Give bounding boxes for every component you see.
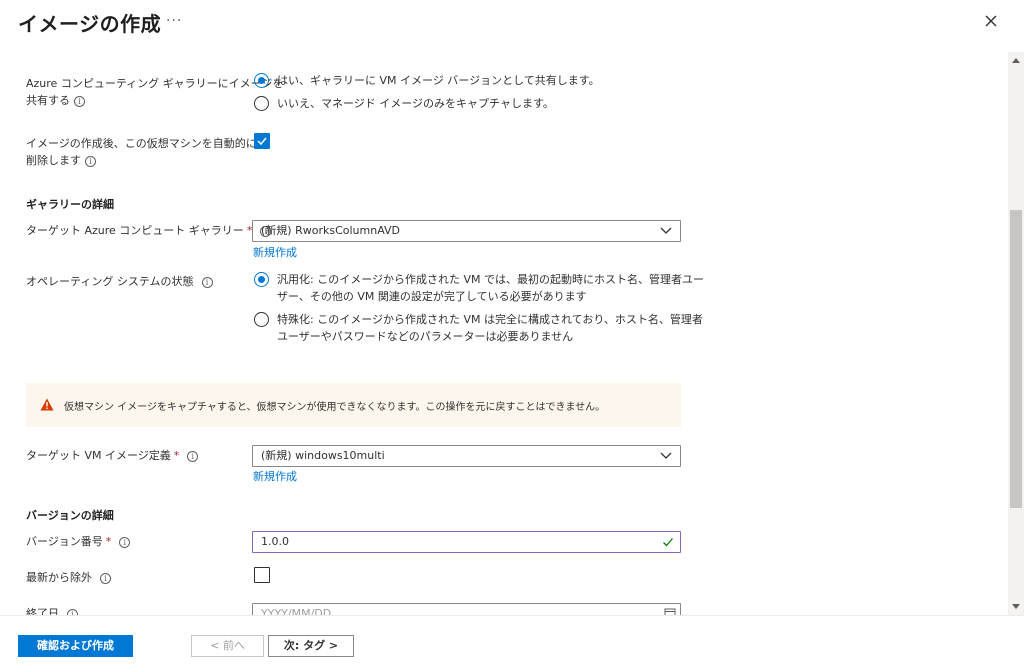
warning-banner: 仮想マシン イメージをキャプチャすると、仮想マシンが使用できなくなります。この操… [26, 383, 681, 427]
chevron-down-icon [660, 227, 672, 234]
more-options-button[interactable]: ··· [166, 13, 182, 29]
panel-header: イメージの作成 ··· [0, 0, 1024, 44]
image-definition-select[interactable]: (新規) windows10multi [252, 445, 681, 467]
valid-check-icon [663, 538, 673, 547]
image-definition-label-text: ターゲット VM イメージ定義 [26, 449, 171, 462]
auto-delete-label-line1: イメージの作成後、この仮想マシンを自動的に [26, 137, 257, 150]
required-marker: * [173, 449, 180, 462]
share-no-radio[interactable] [254, 96, 269, 111]
calendar-icon[interactable] [664, 607, 676, 615]
generalized-line1: 汎用化: このイメージから作成された VM では、最初の起動時にホスト名、管理者… [277, 273, 704, 286]
create-new-gallery-link[interactable]: 新規作成 [253, 244, 297, 260]
share-no-option[interactable]: いいえ、マネージド イメージのみをキャプチャします。 [254, 95, 554, 112]
form-content: Azure コンピューティング ギャラリーにイメージを 共有する i はい、ギャラ… [0, 44, 1008, 615]
info-icon[interactable]: i [85, 155, 96, 167]
info-icon[interactable]: i [187, 450, 199, 462]
os-state-label: オペレーティング システムの状態 i [26, 273, 213, 290]
target-gallery-select[interactable]: (新規) RworksColumnAVD [252, 220, 681, 242]
specialized-line1: 特殊化: このイメージから作成された VM は完全に構成されており、ホスト名、管… [277, 313, 703, 326]
specialized-label: 特殊化: このイメージから作成された VM は完全に構成されており、ホスト名、管… [277, 311, 703, 345]
version-details-title: バージョンの詳細 [26, 509, 114, 522]
review-create-button[interactable]: 確認および作成 [18, 635, 133, 657]
share-yes-label: はい、ギャラリーに VM イメージ バージョンとして共有します。 [277, 74, 600, 87]
chevron-down-icon [660, 452, 672, 459]
share-gallery-label-line1: Azure コンピューティング ギャラリーにイメージを [26, 77, 284, 90]
info-icon[interactable]: i [74, 95, 85, 107]
end-date-label: 終了日 i [26, 605, 78, 615]
end-date-input[interactable]: YYYY/MM/DD [252, 603, 681, 615]
exclude-latest-checkbox[interactable] [254, 567, 270, 583]
generalized-label: 汎用化: このイメージから作成された VM では、最初の起動時にホスト名、管理者… [277, 271, 704, 305]
scroll-up-icon[interactable] [1008, 56, 1024, 66]
target-gallery-label-text: ターゲット Azure コンピュート ギャラリー [26, 224, 244, 237]
end-date-placeholder: YYYY/MM/DD [261, 607, 332, 615]
create-new-definition-link[interactable]: 新規作成 [253, 468, 297, 484]
next-tags-button[interactable]: 次: タグ > [268, 635, 354, 657]
share-no-label: いいえ、マネージド イメージのみをキャプチャします。 [277, 97, 554, 110]
target-gallery-value: (新規) RworksColumnAVD [261, 224, 401, 237]
warning-icon [40, 398, 54, 411]
share-yes-radio[interactable] [254, 73, 269, 88]
generalized-radio[interactable] [254, 272, 269, 287]
specialized-radio[interactable] [254, 312, 269, 327]
auto-delete-label-line2: 削除します [26, 154, 81, 167]
specialized-option[interactable]: 特殊化: このイメージから作成された VM は完全に構成されており、ホスト名、管… [254, 311, 703, 345]
os-state-label-text: オペレーティング システムの状態 [26, 275, 194, 288]
share-gallery-label-line2: 共有する [26, 94, 70, 107]
end-date-label-text: 終了日 [26, 607, 59, 615]
required-marker: * [105, 535, 112, 548]
vertical-scrollbar[interactable] [1008, 52, 1024, 615]
scroll-down-icon[interactable] [1008, 601, 1024, 611]
generalized-option[interactable]: 汎用化: このイメージから作成された VM では、最初の起動時にホスト名、管理者… [254, 271, 704, 305]
auto-delete-checkbox[interactable] [254, 133, 270, 149]
auto-delete-label: イメージの作成後、この仮想マシンを自動的に 削除します i [26, 135, 257, 169]
scroll-thumb[interactable] [1010, 210, 1022, 508]
generalized-line2: ザー、その他の VM 関連の設定が完了している必要があります [277, 290, 587, 303]
image-definition-value: (新規) windows10multi [261, 449, 385, 462]
exclude-latest-label-text: 最新から除外 [26, 571, 92, 584]
version-number-label-text: バージョン番号 [26, 535, 103, 548]
previous-button[interactable]: < 前へ [191, 635, 264, 657]
share-gallery-label: Azure コンピューティング ギャラリーにイメージを 共有する i [26, 75, 283, 109]
exclude-latest-label: 最新から除外 i [26, 569, 111, 586]
target-gallery-label: ターゲット Azure コンピュート ギャラリー * i [26, 222, 272, 239]
version-number-value: 1.0.0 [261, 535, 289, 548]
page-title: イメージの作成 [18, 12, 162, 36]
footer-bar: 確認および作成 < 前へ 次: タグ > [0, 615, 1024, 669]
info-icon[interactable]: i [201, 276, 213, 288]
share-yes-option[interactable]: はい、ギャラリーに VM イメージ バージョンとして共有します。 [254, 72, 600, 89]
specialized-line2: ユーザーやパスワードなどのパラメーターは必要ありません [277, 330, 574, 343]
close-icon[interactable] [982, 12, 1000, 30]
image-definition-label: ターゲット VM イメージ定義 * i [26, 447, 199, 464]
gallery-details-title: ギャラリーの詳細 [26, 198, 114, 211]
info-icon[interactable]: i [119, 536, 131, 548]
version-number-label: バージョン番号 * i [26, 533, 131, 550]
info-icon[interactable]: i [100, 572, 111, 584]
version-number-input[interactable]: 1.0.0 [252, 531, 681, 553]
warning-text: 仮想マシン イメージをキャプチャすると、仮想マシンが使用できなくなります。この操… [64, 402, 606, 413]
checkmark-icon [257, 137, 267, 146]
